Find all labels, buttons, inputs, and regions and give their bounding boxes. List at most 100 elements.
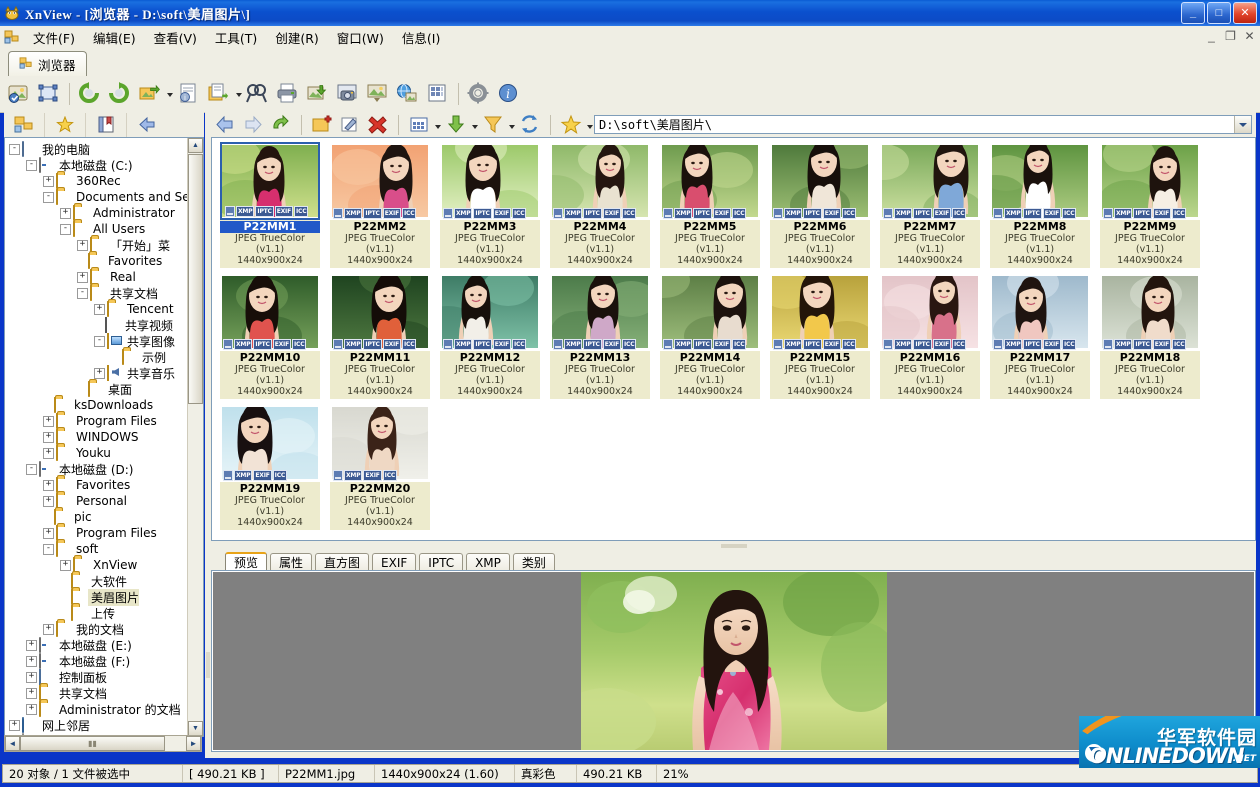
tree-expander[interactable]: - xyxy=(26,463,37,475)
tree-item[interactable]: ksDownloads xyxy=(5,397,187,413)
thumbnail-item[interactable]: XMP IPTC EXIF ICC P22MM7 JPEG TrueColor (v1.1… xyxy=(880,142,980,268)
tree-item[interactable]: + Favorites xyxy=(5,477,187,493)
tree-expander[interactable]: - xyxy=(43,543,54,555)
sort-dropdown-caret[interactable] xyxy=(470,113,479,136)
menu-item-window[interactable]: 窗口(W) xyxy=(328,26,393,49)
thumbnail-item[interactable]: XMP IPTC EXIF ICC P22MM9 JPEG TrueColor (v1.1… xyxy=(1100,142,1200,268)
menu-item-file[interactable]: 文件(F) xyxy=(24,26,84,49)
print-icon[interactable] xyxy=(274,80,302,108)
thumbnail-image-wrap[interactable]: XMP IPTC EXIF ICC xyxy=(1100,273,1200,351)
rotate-left-icon[interactable] xyxy=(76,80,104,108)
tree-item[interactable]: + 控制面板 xyxy=(5,669,187,685)
tree-item[interactable]: + 本地磁盘 (F:) xyxy=(5,653,187,669)
maximize-button[interactable]: □ xyxy=(1207,2,1231,24)
tree-item[interactable]: pic xyxy=(5,509,187,525)
thumbnail-image-wrap[interactable]: XMP IPTC EXIF ICC xyxy=(550,273,650,351)
contact-sheet-icon[interactable] xyxy=(424,80,452,108)
address-dropdown-caret[interactable] xyxy=(1234,116,1251,133)
tree-item[interactable]: 上传 xyxy=(5,605,187,621)
tree-item[interactable]: - 共享图像 xyxy=(5,333,187,349)
tree-expander[interactable]: + xyxy=(60,207,71,219)
tree-expander[interactable]: + xyxy=(26,703,37,715)
folder-tree[interactable]: - 我的电脑 - 本地磁盘 (C:) +360Rec - Documents and Se +… xyxy=(5,138,190,736)
tree-expander[interactable]: - xyxy=(26,159,37,171)
tree-expander[interactable]: + xyxy=(43,495,54,507)
info-tab-3[interactable]: 直方图 xyxy=(315,553,370,571)
tree-expander[interactable]: + xyxy=(77,239,88,251)
tree-item[interactable]: + XnView xyxy=(5,557,187,573)
tree-expander[interactable]: + xyxy=(43,175,54,187)
thumbnail-item[interactable]: XMP IPTC EXIF ICC P22MM14 JPEG TrueColor (v1.… xyxy=(660,273,760,399)
tree-expander[interactable]: + xyxy=(77,271,88,283)
info-tab-7[interactable]: 类别 xyxy=(512,553,555,571)
thumbnail-image-wrap[interactable]: XMP IPTC EXIF ICC xyxy=(770,273,870,351)
back-arrow-icon[interactable] xyxy=(127,113,167,137)
thumbnail-image-wrap[interactable]: XMP IPTC EXIF ICC xyxy=(330,273,430,351)
import-icon[interactable] xyxy=(304,80,332,108)
thumbnail-image-wrap[interactable]: XMP IPTC EXIF ICC xyxy=(990,142,1090,220)
screen-capture-icon[interactable] xyxy=(334,80,362,108)
menu-item-info[interactable]: 信息(I) xyxy=(393,26,449,49)
tree-item[interactable]: - 本地磁盘 (C:) xyxy=(5,157,187,173)
thumbnail-image-wrap[interactable]: XMP IPTC EXIF ICC xyxy=(660,142,760,220)
tree-expander[interactable]: + xyxy=(94,367,105,379)
tree-vertical-scrollbar[interactable]: ▲ ▼ xyxy=(187,138,203,736)
thumbnail-image-wrap[interactable]: XMP IPTC EXIF ICC xyxy=(440,273,540,351)
info-tab-2[interactable]: 属性 xyxy=(270,553,313,571)
thumbnail-image-wrap[interactable]: XMP IPTC EXIF ICC xyxy=(330,142,430,220)
tree-expander[interactable]: + xyxy=(60,559,71,571)
tree-item[interactable]: - 我的电脑 xyxy=(5,141,187,157)
rotate-right-icon[interactable] xyxy=(106,80,134,108)
thumbnail-item[interactable]: XMP IPTC EXIF ICC P22MM5 JPEG TrueColor (v1.1… xyxy=(660,142,760,268)
view-mode-icon[interactable] xyxy=(406,112,432,137)
tree-item[interactable]: + Program Files xyxy=(5,413,187,429)
slideshow-icon[interactable] xyxy=(364,80,392,108)
thumbnail-image-wrap[interactable]: XMP IPTC EXIF ICC xyxy=(770,142,870,220)
open-image-icon[interactable] xyxy=(5,80,33,108)
filter-icon[interactable] xyxy=(480,112,506,137)
thumbnail-image-wrap[interactable]: XMP IPTC EXIF ICC xyxy=(990,273,1090,351)
mdi-minimize-button[interactable]: _ xyxy=(1205,29,1218,43)
tree-item[interactable]: 大软件 xyxy=(5,573,187,589)
filter-dropdown-caret[interactable] xyxy=(507,113,516,136)
tree-item[interactable]: 美眉图片 xyxy=(5,588,187,606)
thumbnail-item[interactable]: XMP EXIF ICC P22MM19 JPEG TrueColor (v1.1) 14… xyxy=(220,404,320,530)
tree-expander[interactable]: - xyxy=(94,335,105,347)
minimize-button[interactable]: _ xyxy=(1181,2,1205,24)
tree-item[interactable]: + Personal xyxy=(5,493,187,509)
info-page-icon[interactable]: i xyxy=(175,80,203,108)
favorite-star-icon[interactable] xyxy=(558,112,584,137)
folder-tree-panel[interactable]: - 我的电脑 - 本地磁盘 (C:) +360Rec - Documents and Se +… xyxy=(4,137,204,737)
thumbnail-item[interactable]: XMP IPTC EXIF ICC P22MM1 JPEG TrueColor (v1.1… xyxy=(220,142,320,268)
info-tab-6[interactable]: XMP xyxy=(466,553,510,571)
tree-item[interactable]: + 网上邻居 xyxy=(5,717,187,733)
tree-hscroll-thumb[interactable]: ▮▮ xyxy=(20,736,165,751)
tree-expander[interactable]: + xyxy=(9,719,20,731)
thumbnail-item[interactable]: XMP IPTC EXIF ICC P22MM13 JPEG TrueColor (v1.… xyxy=(550,273,650,399)
tree-expander[interactable]: + xyxy=(26,687,37,699)
about-info-icon[interactable]: i xyxy=(495,80,523,108)
web-page-icon[interactable] xyxy=(394,80,422,108)
tree-item[interactable]: - Documents and Se xyxy=(5,189,190,205)
thumbnail-item[interactable]: XMP IPTC EXIF ICC P22MM11 JPEG TrueColor (v1.… xyxy=(330,273,430,399)
tree-item[interactable]: + 本地磁盘 (E:) xyxy=(5,637,187,653)
tab-browser[interactable]: 浏览器 xyxy=(8,51,87,76)
thumbnail-item[interactable]: XMP IPTC EXIF ICC P22MM16 JPEG TrueColor (v1.… xyxy=(880,273,980,399)
tree-item[interactable]: + 我的文档 xyxy=(5,621,187,637)
thumbnail-image-wrap[interactable]: XMP IPTC EXIF ICC xyxy=(220,142,320,220)
thumbnail-image-wrap[interactable]: XMP IPTC EXIF ICC xyxy=(440,142,540,220)
thumbnail-image-wrap[interactable]: XMP IPTC EXIF ICC xyxy=(220,273,320,351)
nav-forward-icon[interactable] xyxy=(240,112,266,137)
menu-item-edit[interactable]: 编辑(E) xyxy=(84,26,145,49)
thumbnail-image-wrap[interactable]: XMP EXIF ICC xyxy=(330,404,430,482)
thumbnail-image-wrap[interactable]: XMP IPTC EXIF ICC xyxy=(880,142,980,220)
tree-expander[interactable]: + xyxy=(94,303,105,315)
rename-icon[interactable] xyxy=(337,112,363,137)
refresh-icon[interactable] xyxy=(517,112,543,137)
settings-gear-icon[interactable] xyxy=(465,80,493,108)
tree-expander[interactable]: + xyxy=(43,479,54,491)
tree-expander[interactable]: + xyxy=(26,639,37,651)
tree-item[interactable]: + Program Files xyxy=(5,525,187,541)
tree-item[interactable]: - soft xyxy=(5,541,187,557)
thumbnail-item[interactable]: XMP IPTC EXIF ICC P22MM17 JPEG TrueColor (v1.… xyxy=(990,273,1090,399)
